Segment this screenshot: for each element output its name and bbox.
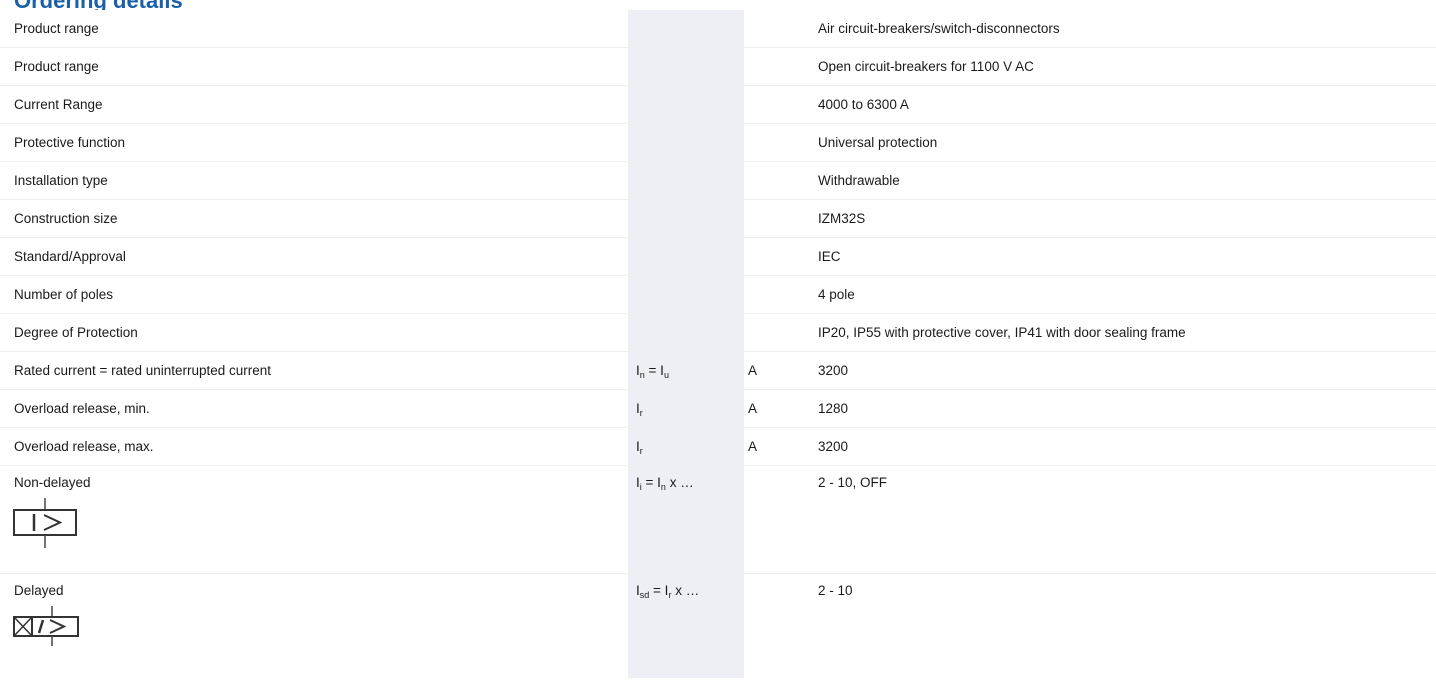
specification-table: Product range Air circuit-breakers/switc…: [0, 10, 1436, 678]
row-value: 3200: [818, 427, 1436, 466]
table-row: Protective function Universal protection: [0, 123, 1436, 162]
row-label: Delayed: [0, 574, 628, 679]
row-unit: [744, 123, 818, 162]
row-symbol: In = Iu: [628, 351, 744, 390]
row-value: 4000 to 6300 A: [818, 85, 1436, 124]
table-row: Number of poles 4 pole: [0, 275, 1436, 314]
row-label: Degree of Protection: [0, 313, 628, 352]
row-value: 3200: [818, 351, 1436, 390]
row-label: Standard/Approval: [0, 237, 628, 276]
instantaneous-release-symbol-icon: [13, 498, 77, 548]
row-value: IZM32S: [818, 199, 1436, 238]
row-value: 2 - 10: [818, 583, 853, 598]
table-row: Product range Air circuit-breakers/switc…: [0, 10, 1436, 48]
row-symbol: [628, 85, 744, 124]
table-row: Non-delayed Ii = In x … 2 - 10, OFF: [0, 465, 1436, 574]
table-row: Standard/Approval IEC: [0, 237, 1436, 276]
row-unit: A: [744, 389, 818, 428]
row-label: Construction size: [0, 199, 628, 238]
row-unit: [744, 465, 818, 574]
row-unit: A: [744, 427, 818, 466]
row-unit: [744, 85, 818, 124]
title-strip: Ordering details: [0, 0, 1436, 10]
table-row: Current Range 4000 to 6300 A: [0, 85, 1436, 124]
short-time-delayed-release-symbol-icon: [13, 606, 79, 646]
row-unit: [744, 10, 818, 48]
row-unit: [744, 275, 818, 314]
page-title: Ordering details: [14, 0, 183, 10]
table-row: Overload release, min. Ir A 1280: [0, 389, 1436, 428]
row-symbol: [628, 123, 744, 162]
row-symbol: Ir: [628, 389, 744, 428]
row-value: Universal protection: [818, 123, 1436, 162]
row-value: Air circuit-breakers/switch-disconnector…: [818, 10, 1436, 48]
row-unit: [744, 313, 818, 352]
table-row: Construction size IZM32S: [0, 199, 1436, 238]
row-value: Open circuit-breakers for 1100 V AC: [818, 47, 1436, 86]
row-symbol: [628, 275, 744, 314]
row-value: 4 pole: [818, 275, 1436, 314]
row-value: 1280: [818, 389, 1436, 428]
row-label: Overload release, min.: [0, 389, 628, 428]
row-label: Installation type: [0, 161, 628, 200]
row-unit: A: [744, 351, 818, 390]
row-unit: [744, 199, 818, 238]
row-unit: [744, 574, 818, 679]
row-symbol: [628, 313, 744, 352]
row-symbol: [628, 199, 744, 238]
row-value: IEC: [818, 237, 1436, 276]
row-symbol: Ii = In x …: [628, 465, 744, 574]
row-label: Number of poles: [0, 275, 628, 314]
row-label: Protective function: [0, 123, 628, 162]
row-symbol: Isd = Ir x …: [628, 573, 744, 678]
row-symbol: [628, 161, 744, 200]
row-unit: [744, 237, 818, 276]
table-row: Degree of Protection IP20, IP55 with pro…: [0, 313, 1436, 352]
row-label-text: Delayed: [14, 583, 64, 598]
row-label: Rated current = rated uninterrupted curr…: [0, 351, 628, 390]
row-symbol: [628, 237, 744, 276]
row-unit: [744, 161, 818, 200]
row-value: Withdrawable: [818, 161, 1436, 200]
row-value: IP20, IP55 with protective cover, IP41 w…: [818, 313, 1436, 352]
row-label: Current Range: [0, 85, 628, 124]
table-row: Overload release, max. Ir A 3200: [0, 427, 1436, 466]
row-symbol: [628, 47, 744, 86]
row-label-text: Non-delayed: [14, 475, 91, 490]
table-row: Delayed Isd = Ir x … 2 - 10: [0, 573, 1436, 679]
row-label: Overload release, max.: [0, 427, 628, 466]
table-row: Product range Open circuit-breakers for …: [0, 47, 1436, 86]
row-unit: [744, 47, 818, 86]
row-value: 2 - 10, OFF: [818, 465, 1436, 574]
row-symbol: Ir: [628, 427, 744, 466]
table-row: Installation type Withdrawable: [0, 161, 1436, 200]
table-row: Rated current = rated uninterrupted curr…: [0, 351, 1436, 390]
row-label: Non-delayed: [0, 465, 628, 574]
row-symbol: [628, 10, 744, 48]
row-label: Product range: [0, 10, 628, 48]
row-label: Product range: [0, 47, 628, 86]
